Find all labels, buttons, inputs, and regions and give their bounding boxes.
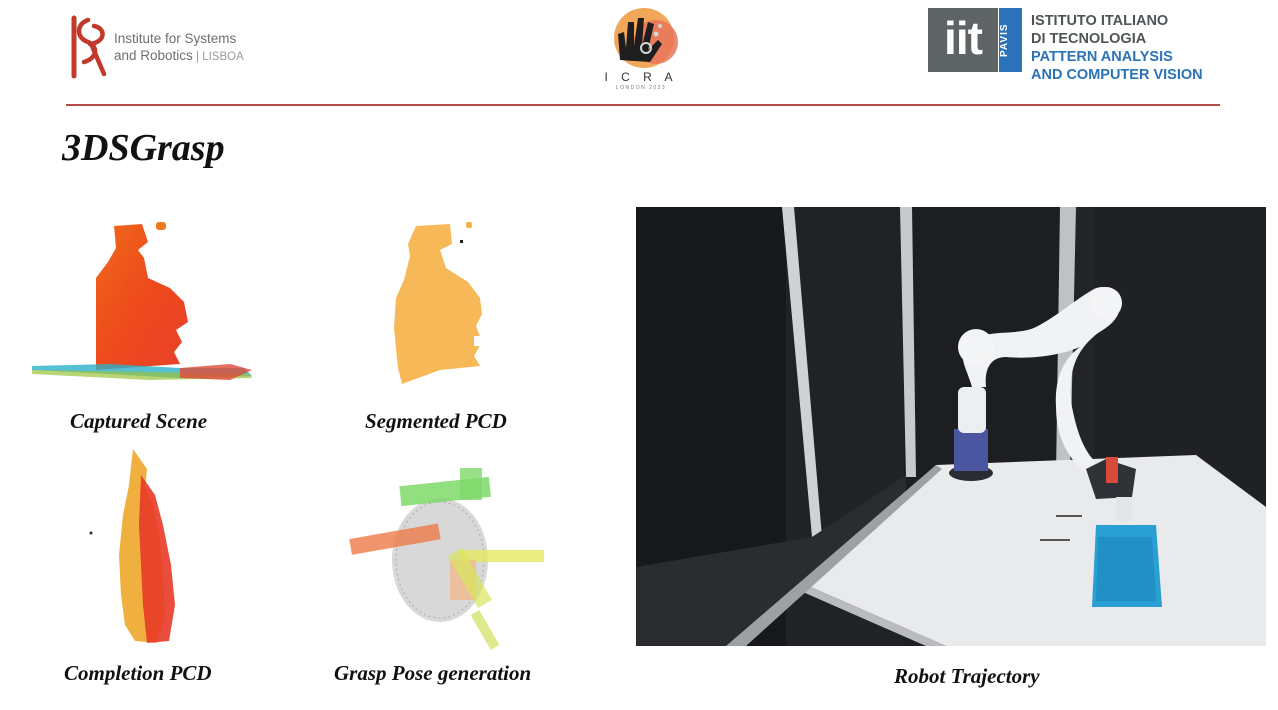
icra-subtitle: LONDON 2023 bbox=[615, 85, 667, 91]
caption-segmented-pcd: Segmented PCD bbox=[365, 409, 507, 433]
isr-name-line2: and Robotics | LISBOA bbox=[114, 48, 244, 63]
icra-hand-icon bbox=[614, 8, 678, 68]
caption-robot-trajectory: Robot Trajectory bbox=[894, 664, 1040, 688]
isr-name-line1: Institute for Systems bbox=[114, 31, 237, 46]
iit-name-line1: ISTITUTO ITALIANO bbox=[1031, 13, 1169, 29]
grasp-pose-image bbox=[349, 468, 544, 650]
header-divider bbox=[66, 104, 1220, 106]
isr-name-main: and Robotics bbox=[114, 48, 193, 63]
isr-logo: Institute for Systems and Robotics | LIS… bbox=[66, 14, 276, 80]
robot-trajectory-video bbox=[636, 207, 1266, 646]
iit-name-line4: AND COMPUTER VISION bbox=[1031, 67, 1203, 83]
captured-scene-image bbox=[32, 222, 252, 380]
icra-logo: I C R A LONDON 2023 bbox=[598, 4, 684, 92]
pavis-label: PAVIS bbox=[999, 23, 1010, 57]
icra-name: I C R A bbox=[604, 70, 678, 84]
isr-location: LISBOA bbox=[202, 51, 244, 63]
robot-arm-scene-icon bbox=[636, 207, 1266, 646]
iit-name-line3: PATTERN ANALYSIS bbox=[1031, 49, 1173, 65]
caption-captured-scene: Captured Scene bbox=[70, 409, 208, 433]
caption-completion-pcd: Completion PCD bbox=[64, 661, 212, 685]
completion-pcd-image bbox=[89, 449, 175, 643]
isr-separator: | bbox=[192, 51, 203, 63]
iit-name-line2: DI TECNOLOGIA bbox=[1031, 31, 1147, 47]
iit-logo: iit PAVIS ISTITUTO ITALIANO DI TECNOLOGI… bbox=[928, 8, 1228, 83]
iit-mark: iit bbox=[928, 8, 998, 72]
isr-logo-mark-icon bbox=[71, 15, 107, 79]
slide-title: 3DSGrasp bbox=[62, 127, 225, 169]
caption-grasp-pose: Grasp Pose generation bbox=[334, 661, 532, 685]
segmented-pcd-image bbox=[394, 222, 486, 384]
